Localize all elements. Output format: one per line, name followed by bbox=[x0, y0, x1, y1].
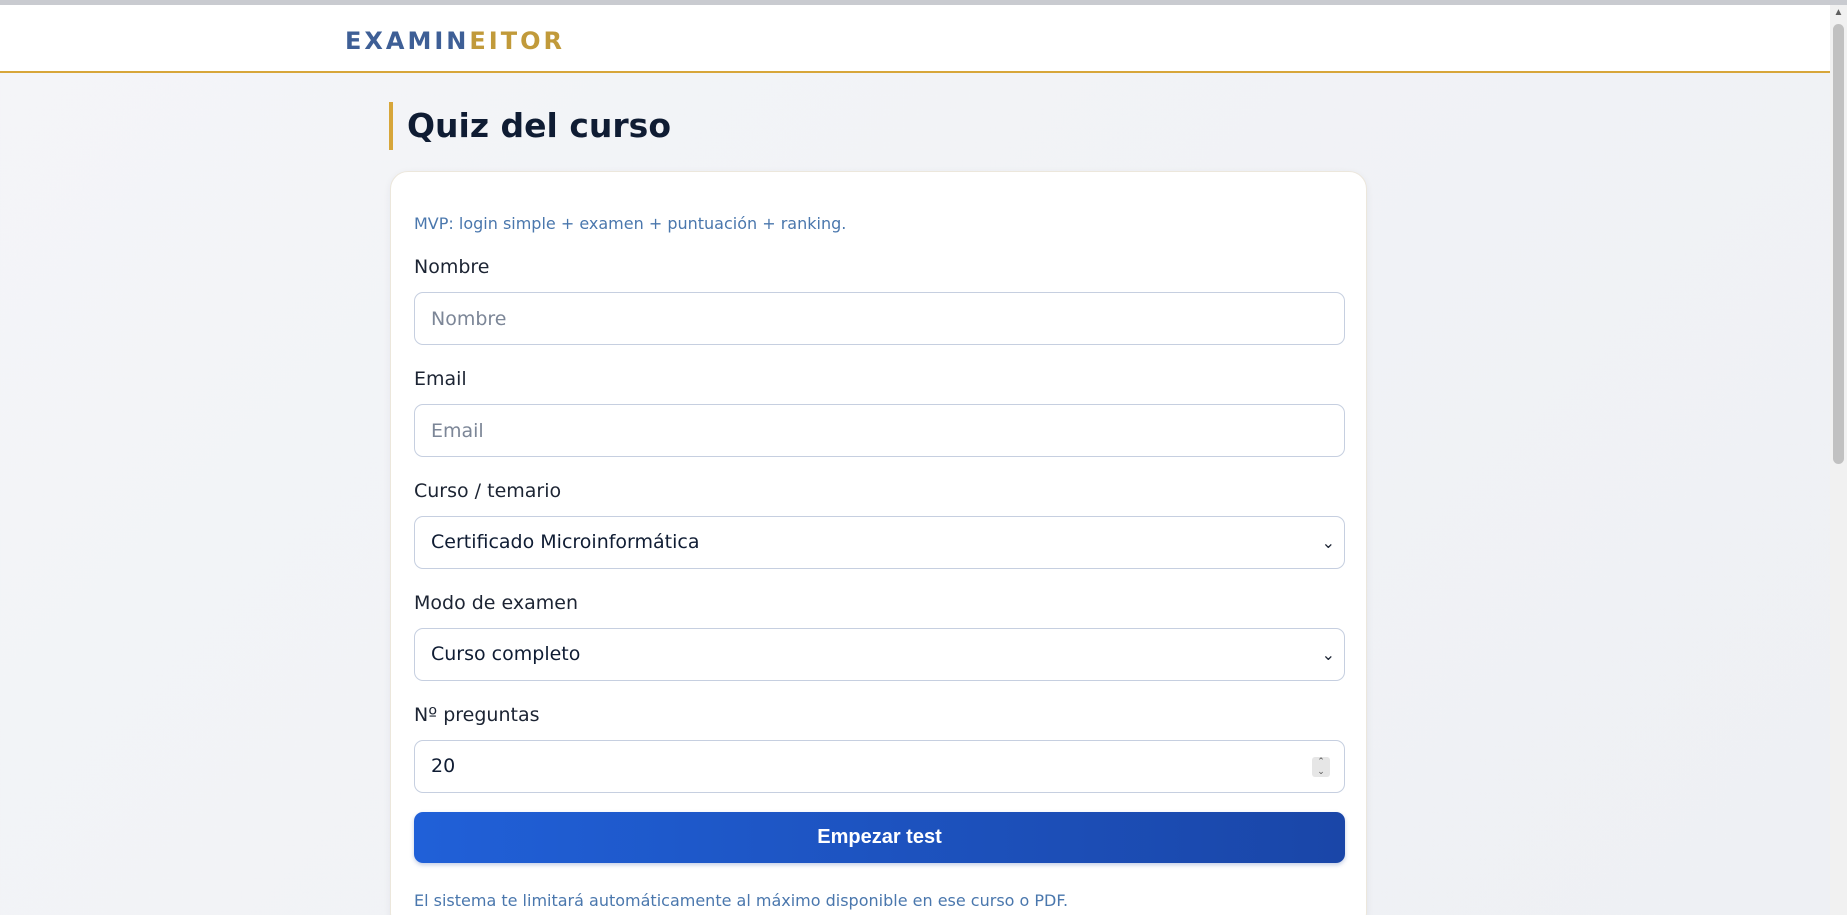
questions-number-input[interactable]: 20 ⌃ ⌄ bbox=[414, 740, 1345, 793]
chevron-down-icon: ⌄ bbox=[1321, 645, 1335, 664]
scroll-up-arrow-icon[interactable]: ▲ bbox=[1831, 6, 1846, 20]
course-label: Curso / temario bbox=[414, 480, 562, 502]
quiz-form-card: MVP: login simple + examen + puntuación … bbox=[390, 171, 1367, 915]
start-test-button[interactable]: Empezar test bbox=[414, 812, 1345, 863]
mode-label: Modo de examen bbox=[414, 592, 579, 614]
page-title: Quiz del curso bbox=[407, 106, 671, 145]
site-logo[interactable]: EXAMINEITOR bbox=[345, 27, 565, 55]
email-input[interactable] bbox=[414, 404, 1345, 457]
limit-note: El sistema te limitará automáticamente a… bbox=[414, 891, 1069, 910]
intro-note: MVP: login simple + examen + puntuación … bbox=[414, 214, 847, 233]
course-select-value: Certificado Microinformática bbox=[431, 531, 700, 553]
page-title-block: Quiz del curso bbox=[389, 102, 671, 150]
spinner-arrows-icon[interactable]: ⌃ ⌄ bbox=[1312, 757, 1330, 777]
questions-label: Nº preguntas bbox=[414, 704, 540, 726]
chevron-down-icon: ⌄ bbox=[1321, 533, 1335, 552]
mode-select[interactable]: Curso completo ⌄ bbox=[414, 628, 1345, 681]
mode-select-value: Curso completo bbox=[431, 643, 581, 665]
name-label: Nombre bbox=[414, 256, 490, 278]
scrollbar-thumb[interactable] bbox=[1833, 24, 1844, 464]
email-label: Email bbox=[414, 368, 467, 390]
course-select[interactable]: Certificado Microinformática ⌄ bbox=[414, 516, 1345, 569]
questions-value: 20 bbox=[431, 755, 456, 777]
site-header: EXAMINEITOR bbox=[0, 5, 1830, 73]
name-input[interactable] bbox=[414, 292, 1345, 345]
